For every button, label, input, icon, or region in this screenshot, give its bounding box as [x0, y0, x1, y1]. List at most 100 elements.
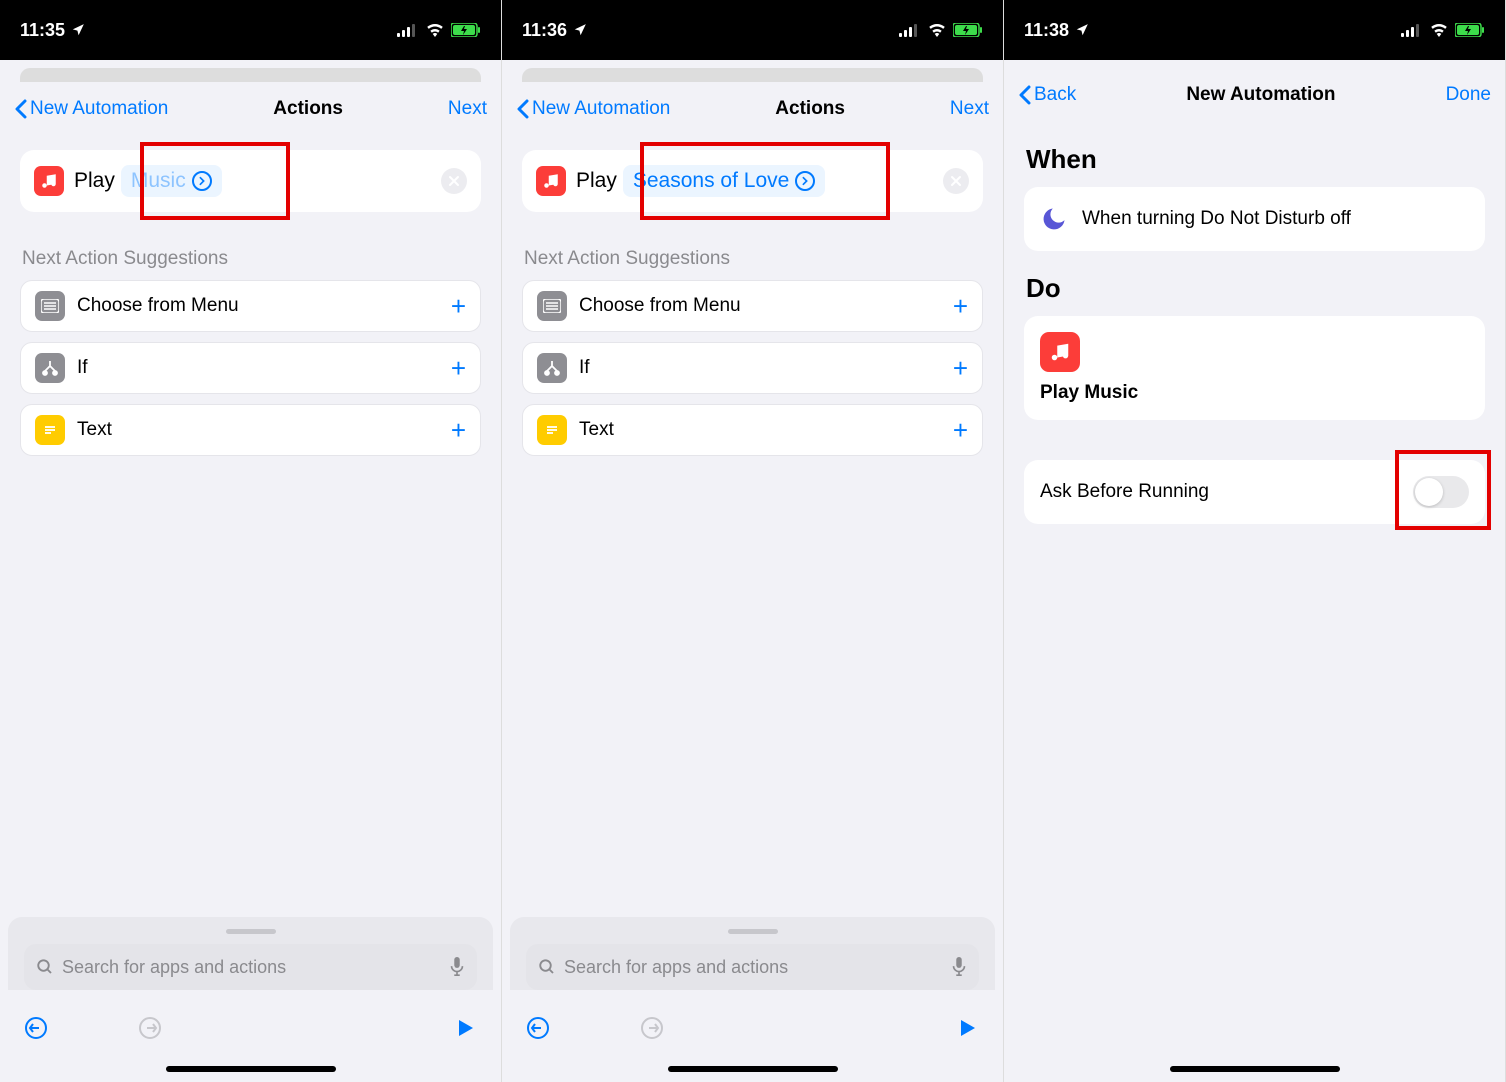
suggestion-label: Text [579, 419, 614, 441]
status-bar: 11:38 [1004, 0, 1505, 60]
search-placeholder: Search for apps and actions [62, 957, 286, 978]
highlight-box [1395, 450, 1491, 530]
status-time: 11:38 [1024, 20, 1069, 41]
signal-icon [1401, 23, 1423, 37]
location-icon [573, 23, 587, 37]
search-icon [538, 958, 556, 976]
battery-icon [953, 23, 983, 37]
branch-icon [537, 353, 567, 383]
back-button[interactable]: New Automation [14, 98, 168, 120]
next-button[interactable]: Next [448, 98, 487, 120]
redo-button[interactable] [138, 1016, 162, 1045]
sheet-grabber [522, 68, 983, 82]
search-icon [36, 958, 54, 976]
suggestions-header: Next Action Suggestions [22, 248, 479, 270]
home-indicator[interactable] [1170, 1066, 1340, 1072]
wifi-icon [1429, 23, 1449, 37]
clear-button[interactable] [441, 168, 467, 194]
suggestion-choose-from-menu[interactable]: Choose from Menu + [20, 280, 481, 332]
nav-bar: New Automation Actions Next [502, 82, 1003, 136]
suggestion-text[interactable]: Text + [522, 404, 983, 456]
back-button[interactable]: New Automation [516, 98, 670, 120]
run-button[interactable] [955, 1016, 979, 1045]
when-text: When turning Do Not Disturb off [1082, 208, 1351, 230]
suggestion-label: Choose from Menu [579, 295, 741, 317]
signal-icon [397, 23, 419, 37]
search-placeholder: Search for apps and actions [564, 957, 788, 978]
suggestion-choose-from-menu[interactable]: Choose from Menu + [522, 280, 983, 332]
home-indicator[interactable] [668, 1066, 838, 1072]
nav-title: New Automation [1186, 84, 1335, 106]
add-icon: + [451, 291, 466, 322]
add-icon: + [953, 291, 968, 322]
search-input[interactable]: Search for apps and actions [526, 944, 979, 990]
do-header: Do [1026, 273, 1483, 304]
done-button[interactable]: Done [1446, 84, 1491, 106]
redo-button[interactable] [640, 1016, 664, 1045]
moon-icon [1040, 205, 1068, 233]
music-app-icon [1040, 332, 1080, 372]
battery-icon [451, 23, 481, 37]
phone-screen-1: 11:35 New Automation Actions Next Play M… [0, 0, 502, 1082]
sheet-handle[interactable] [226, 929, 276, 934]
undo-button[interactable] [526, 1016, 550, 1045]
home-indicator[interactable] [166, 1066, 336, 1072]
action-card[interactable]: Play Seasons of Love [522, 150, 983, 212]
play-label: Play [576, 169, 617, 193]
nav-title: Actions [273, 98, 343, 120]
nav-bar: New Automation Actions Next [0, 82, 501, 136]
suggestion-if[interactable]: If + [522, 342, 983, 394]
undo-button[interactable] [24, 1016, 48, 1045]
suggestion-label: Choose from Menu [77, 295, 239, 317]
suggestion-label: Text [77, 419, 112, 441]
status-bar: 11:36 [502, 0, 1003, 60]
suggestion-label: If [77, 357, 88, 379]
highlight-box [640, 142, 890, 220]
chevron-left-icon [516, 99, 530, 119]
toggle-label: Ask Before Running [1040, 481, 1209, 503]
action-card[interactable]: Play Music [20, 150, 481, 212]
back-label: Back [1034, 84, 1076, 106]
back-button[interactable]: Back [1018, 84, 1076, 106]
chevron-left-icon [14, 99, 28, 119]
back-label: New Automation [532, 98, 670, 120]
status-time: 11:35 [20, 20, 65, 41]
do-action-row[interactable]: Play Music [1024, 316, 1485, 420]
status-time: 11:36 [522, 20, 567, 41]
suggestion-if[interactable]: If + [20, 342, 481, 394]
sheet-handle[interactable] [728, 929, 778, 934]
add-icon: + [451, 353, 466, 384]
wifi-icon [425, 23, 445, 37]
add-icon: + [451, 415, 466, 446]
do-label: Play Music [1040, 382, 1469, 404]
ask-before-running-row: Ask Before Running [1024, 460, 1485, 524]
search-input[interactable]: Search for apps and actions [24, 944, 477, 990]
suggestion-text[interactable]: Text + [20, 404, 481, 456]
add-icon: + [953, 353, 968, 384]
toolbar [502, 1002, 1003, 1058]
music-app-icon [536, 166, 566, 196]
menu-icon [537, 291, 567, 321]
clear-button[interactable] [943, 168, 969, 194]
text-icon [537, 415, 567, 445]
mic-icon[interactable] [951, 957, 967, 977]
phone-screen-2: 11:36 New Automation Actions Next Play S… [502, 0, 1004, 1082]
signal-icon [899, 23, 921, 37]
location-icon [1075, 23, 1089, 37]
when-condition-row[interactable]: When turning Do Not Disturb off [1024, 187, 1485, 251]
run-button[interactable] [453, 1016, 477, 1045]
menu-icon [35, 291, 65, 321]
suggestions-header: Next Action Suggestions [524, 248, 981, 270]
wifi-icon [927, 23, 947, 37]
add-icon: + [953, 415, 968, 446]
when-header: When [1026, 144, 1483, 175]
location-icon [71, 23, 85, 37]
toolbar [0, 1002, 501, 1058]
mic-icon[interactable] [449, 957, 465, 977]
chevron-left-icon [1018, 85, 1032, 105]
next-button[interactable]: Next [950, 98, 989, 120]
play-label: Play [74, 169, 115, 193]
sheet-grabber [20, 68, 481, 82]
branch-icon [35, 353, 65, 383]
highlight-box [140, 142, 290, 220]
